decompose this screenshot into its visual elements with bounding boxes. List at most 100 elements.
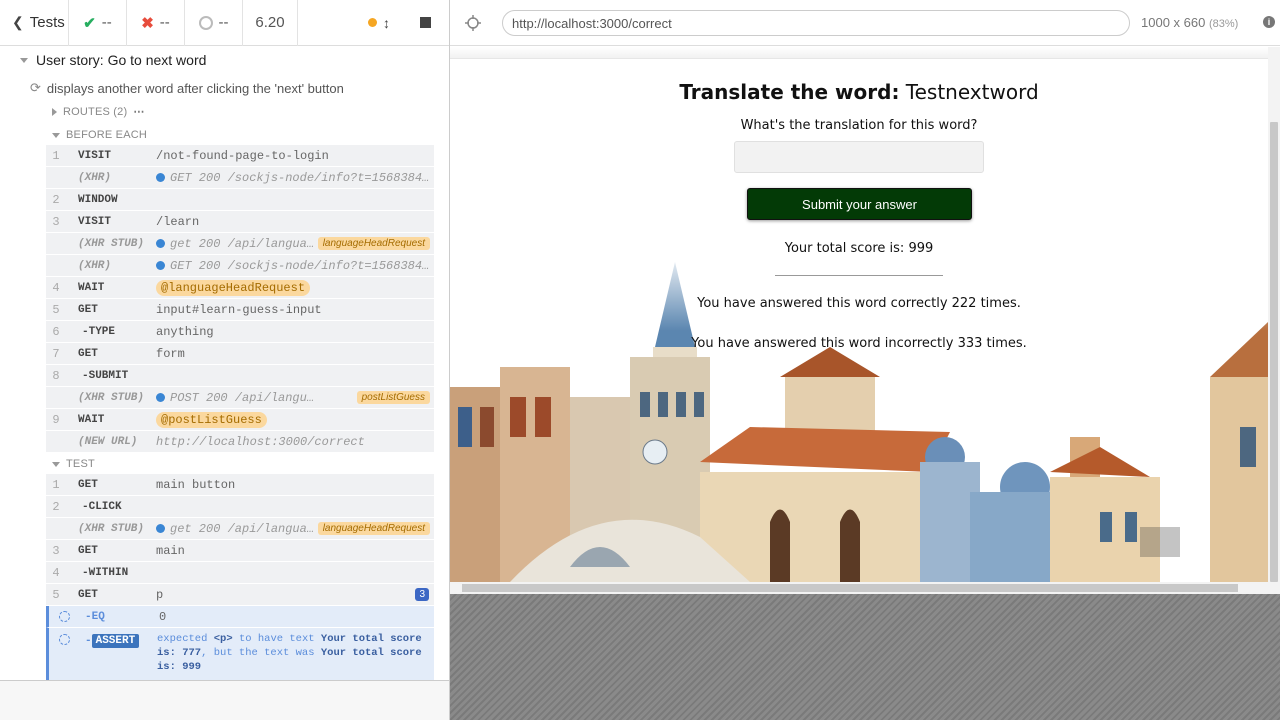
command-row[interactable]: (XHR) GET 200 /sockjs-node/info?t=1568384…: [46, 255, 434, 277]
test-title[interactable]: ⟳ displays another word after clicking t…: [30, 80, 344, 96]
command-row[interactable]: 2 WINDOW: [46, 189, 434, 211]
passed-count: --: [101, 14, 112, 31]
command-name: GET: [78, 303, 98, 316]
caret-down-icon: [52, 461, 60, 467]
failed-stat: ✖ --: [127, 0, 185, 46]
command-name: -WITHIN: [82, 566, 129, 579]
command-row[interactable]: 6 -TYPE anything: [46, 321, 434, 343]
suite-title[interactable]: User story: Go to next word: [20, 52, 206, 68]
vertical-scrollbar[interactable]: [1268, 47, 1280, 582]
command-name: GET: [78, 478, 98, 491]
command-row[interactable]: (XHR STUB) POST 200 /api/language/g... pos…: [46, 387, 434, 409]
heading-word: Testnextword: [905, 80, 1039, 104]
guess-input[interactable]: [734, 141, 984, 173]
command-message: /learn: [156, 215, 430, 229]
spinner-icon: [59, 634, 70, 645]
check-icon: ✔: [83, 14, 96, 32]
command-row[interactable]: (XHR STUB) get 200 /api/langua... language…: [46, 233, 434, 255]
command-row[interactable]: 2 -CLICK: [46, 496, 434, 518]
command-row[interactable]: 5 GET p 3: [46, 584, 434, 606]
assert-text: , but the text was: [201, 647, 315, 659]
command-number: 3: [52, 214, 60, 229]
command-row[interactable]: -EQ 0: [46, 606, 434, 628]
command-row[interactable]: 4 WAIT @languageHeadRequest: [46, 277, 434, 299]
command-message: GET 200 /sockjs-node/info?t=1568384...: [156, 171, 430, 185]
reporter-header: ❮ Tests ✔ -- ✖ -- -- 6.20 ↕: [0, 0, 449, 46]
command-message-text: 0: [159, 609, 167, 624]
horizontal-scrollbar[interactable]: [450, 582, 1280, 594]
command-message-text: http://localhost:3000/correct: [156, 434, 365, 449]
command-number: 1: [52, 148, 60, 163]
command-name: (XHR STUB): [78, 391, 145, 404]
command-number: 3: [52, 543, 60, 558]
tests-button[interactable]: ❮ Tests: [0, 0, 69, 46]
command-message: /not-found-page-to-login: [156, 149, 430, 163]
command-number: 6: [52, 324, 60, 339]
scroll-toggle-button[interactable]: ↕: [368, 15, 390, 31]
command-row[interactable]: 1 VISIT/not-found-page-to-login: [46, 145, 434, 167]
command-row[interactable]: 3 GET main: [46, 540, 434, 562]
correct-count-text: You have answered this word correctly 22…: [697, 296, 1021, 311]
command-row[interactable]: (XHR STUB) get 200 /api/langua... language…: [46, 518, 434, 540]
command-name: GET: [78, 588, 98, 601]
command-name: WAIT: [78, 413, 105, 426]
command-message: 0: [159, 610, 430, 624]
command-message-text: anything: [156, 324, 214, 339]
suite-title-text: User story: Go to next word: [36, 52, 207, 68]
stop-button[interactable]: [420, 17, 431, 28]
before-each-commands: 1 VISIT/not-found-page-to-login (XHR) GET 2…: [46, 145, 434, 453]
info-icon[interactable]: i: [1263, 16, 1275, 28]
caret-right-icon: [52, 107, 57, 116]
submit-answer-button[interactable]: Submit your answer: [747, 188, 972, 220]
url-bar[interactable]: http://localhost:3000/correct: [502, 10, 1130, 36]
command-row[interactable]: 5 GET input#learn-guess-input: [46, 299, 434, 321]
command-name: - ASSERT: [85, 634, 140, 648]
command-row[interactable]: - ASSERT expected <p> to have text Your to…: [46, 628, 434, 680]
command-row[interactable]: 7 GET form: [46, 343, 434, 365]
ellipsis-icon: ⋯: [133, 106, 145, 118]
alias-tag: postListGuess: [356, 391, 430, 404]
command-row[interactable]: 4 -WITHIN: [46, 562, 434, 584]
command-name: WINDOW: [78, 193, 118, 206]
xhr-status-icon: [156, 173, 165, 182]
assert-label: ASSERT: [91, 634, 140, 648]
command-message-text: get 200 /api/langua...: [170, 521, 320, 536]
runnables-list: User story: Go to next word ⟳ displays a…: [0, 47, 449, 680]
command-row[interactable]: 8 -SUBMIT: [46, 365, 434, 387]
test-label: TEST: [66, 458, 95, 470]
vertical-scroll-thumb[interactable]: [1270, 122, 1278, 582]
viewport-dimensions: 1000 x 660: [1141, 15, 1206, 30]
running-dot-icon: [368, 18, 377, 27]
before-each-section[interactable]: BEFORE EACH: [52, 129, 147, 141]
command-row[interactable]: (XHR) GET 200 /sockjs-node/info?t=1568384…: [46, 167, 434, 189]
command-message-text: input#learn-guess-input: [156, 302, 322, 317]
command-name: VISIT: [78, 149, 112, 162]
command-message-text: form: [156, 346, 185, 361]
command-message: GET 200 /sockjs-node/info?t=1568384...: [156, 259, 430, 273]
total-score: Your total score is: 999: [784, 241, 934, 256]
arrows-vertical-icon: ↕: [383, 14, 390, 31]
selector-playground-icon[interactable]: [464, 14, 482, 32]
passed-stat: ✔ --: [69, 0, 127, 46]
command-row[interactable]: 3 VISIT/learn: [46, 211, 434, 233]
duration: 6.20: [243, 0, 298, 46]
command-message: input#learn-guess-input: [156, 303, 430, 317]
command-message-text: main: [156, 543, 185, 558]
command-name: (XHR): [78, 259, 112, 272]
routes-section[interactable]: ROUTES (2) ⋯: [52, 105, 145, 118]
command-message-text: GET 200 /sockjs-node/info?t=1568384...: [170, 258, 430, 273]
test-section[interactable]: TEST: [52, 458, 95, 470]
aut-stage: Translate the word: Testnextword What's …: [450, 47, 1280, 720]
command-name: GET: [78, 347, 98, 360]
horizontal-scroll-thumb[interactable]: [462, 584, 1238, 592]
command-message: main: [156, 544, 430, 558]
command-row[interactable]: 1 GET main button: [46, 474, 434, 496]
command-name: (XHR STUB): [78, 522, 145, 535]
refresh-icon: ⟳: [30, 80, 41, 95]
pending-stat: --: [185, 0, 243, 46]
viewport-size: 1000 x 660 (83%): [1141, 15, 1238, 30]
command-row[interactable]: 9 WAIT @postListGuess: [46, 409, 434, 431]
command-row[interactable]: (NEW URL) http://localhost:3000/correct: [46, 431, 434, 453]
command-number: 7: [52, 346, 60, 361]
tests-label: Tests: [29, 14, 65, 31]
